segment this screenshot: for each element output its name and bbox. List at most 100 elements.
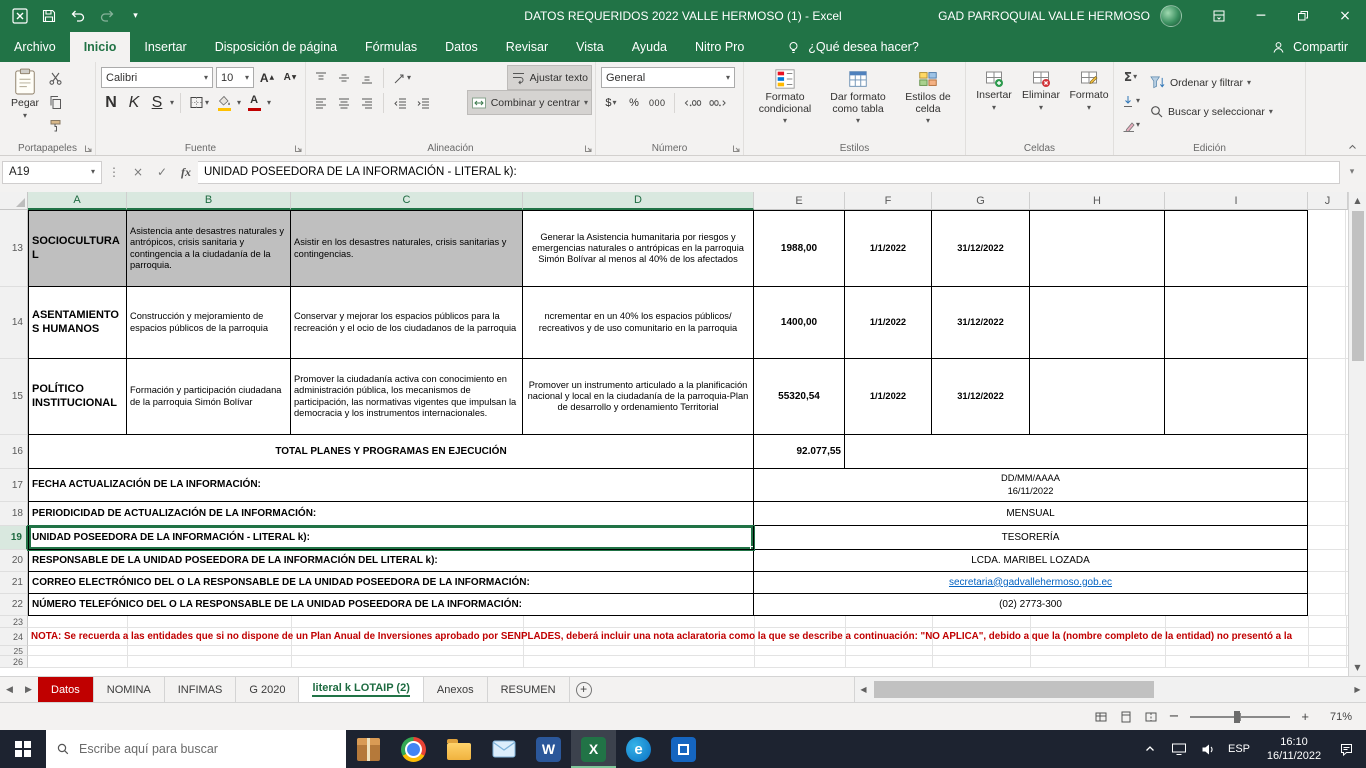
row-header-24[interactable]: 24 — [0, 628, 28, 646]
format-painter-icon[interactable] — [45, 115, 65, 137]
insert-function-icon[interactable]: fx — [174, 161, 198, 184]
autosum-button[interactable]: Σ▾ — [1119, 66, 1142, 88]
cell-j15[interactable] — [1308, 359, 1348, 435]
font-name-select[interactable]: Calibri▾ — [101, 67, 213, 88]
share-button[interactable]: Compartir — [1253, 32, 1366, 62]
cell-j17[interactable] — [1308, 469, 1348, 502]
row-header-15[interactable]: 15 — [0, 359, 28, 435]
row-header-14[interactable]: 14 — [0, 287, 28, 359]
cell-correo-label[interactable]: CORREO ELECTRÓNICO DEL O LA RESPONSABLE … — [28, 572, 754, 594]
horizontal-scroll-thumb[interactable] — [874, 681, 1154, 698]
column-header-b[interactable]: B — [127, 192, 291, 210]
cell-h15[interactable] — [1030, 359, 1165, 435]
empty-cells-25[interactable] — [28, 646, 1348, 656]
column-header-i[interactable]: I — [1165, 192, 1308, 210]
delete-cells-button[interactable]: Eliminar ▾ — [1017, 65, 1065, 139]
align-bottom-icon[interactable] — [357, 67, 377, 89]
page-break-view-icon[interactable] — [1144, 710, 1158, 724]
cell-i14[interactable] — [1165, 287, 1308, 359]
taskbar-app-blue[interactable] — [661, 730, 706, 768]
cell-j19[interactable] — [1308, 526, 1348, 550]
close-button[interactable]: × — [1324, 0, 1366, 32]
cell-responsable-label[interactable]: RESPONSABLE DE LA UNIDAD POSEEDORA DE LA… — [28, 550, 754, 572]
underline-button[interactable]: S — [147, 92, 167, 114]
page-layout-view-icon[interactable] — [1119, 710, 1133, 724]
cancel-icon[interactable]: × — [126, 161, 150, 184]
clipboard-dialog-launcher-icon[interactable] — [84, 144, 93, 153]
zoom-slider-thumb[interactable] — [1234, 711, 1240, 723]
cell-e15[interactable]: 55320,54 — [754, 359, 845, 435]
column-header-d[interactable]: D — [523, 192, 754, 210]
tray-volume-icon[interactable] — [1194, 730, 1221, 768]
cell-j13[interactable] — [1308, 210, 1348, 287]
merge-center-button[interactable]: Combinar y centrar ▾ — [468, 91, 591, 114]
font-color-icon[interactable]: A — [244, 92, 264, 114]
clear-icon[interactable]: ▾ — [1119, 114, 1142, 136]
cell-j21[interactable] — [1308, 572, 1348, 594]
vertical-scrollbar[interactable]: ▲ ▼ — [1348, 192, 1366, 676]
taskbar-app-package[interactable] — [346, 730, 391, 768]
column-header-g[interactable]: G — [932, 192, 1030, 210]
find-select-button[interactable]: Buscar y seleccionar ▾ — [1146, 100, 1276, 123]
column-header-e[interactable]: E — [754, 192, 845, 210]
account-name[interactable]: GAD PARROQUIAL VALLE HERMOSO — [938, 9, 1150, 23]
row-header-23[interactable]: 23 — [0, 616, 28, 628]
search-input[interactable] — [79, 742, 309, 756]
row-header-21[interactable]: 21 — [0, 572, 28, 594]
cell-j18[interactable] — [1308, 502, 1348, 526]
cell-total-label[interactable]: TOTAL PLANES Y PROGRAMAS EN EJECUCIÓN — [28, 435, 754, 469]
redo-icon[interactable] — [93, 3, 120, 30]
cell-g15[interactable]: 31/12/2022 — [932, 359, 1030, 435]
save-icon[interactable] — [35, 3, 62, 30]
cell-j20[interactable] — [1308, 550, 1348, 572]
row-header-19[interactable]: 19 — [0, 526, 28, 550]
increase-decimal-icon[interactable] — [681, 92, 704, 114]
cell-d15[interactable]: Promover un instrumento articulado a la … — [523, 359, 754, 435]
name-box[interactable]: A19 ▾ — [2, 161, 102, 184]
sheet-tab-anexos[interactable]: Anexos — [424, 677, 488, 702]
row-header-25[interactable]: 25 — [0, 646, 28, 656]
row-header-22[interactable]: 22 — [0, 594, 28, 616]
wrap-text-button[interactable]: Ajustar texto — [508, 66, 591, 89]
fill-color-icon[interactable] — [214, 92, 234, 114]
keyboard-language[interactable]: ESP — [1223, 743, 1255, 755]
cell-h13[interactable] — [1030, 210, 1165, 287]
column-header-a[interactable]: A — [28, 192, 127, 210]
cell-e14[interactable]: 1400,00 — [754, 287, 845, 359]
undo-icon[interactable] — [64, 3, 91, 30]
tray-chevron-up-icon[interactable] — [1136, 730, 1163, 768]
restore-button[interactable] — [1282, 0, 1324, 32]
tab-revisar[interactable]: Revisar — [492, 32, 562, 62]
horizontal-scrollbar[interactable]: ◀ ▶ — [854, 677, 1366, 702]
tab-vista[interactable]: Vista — [562, 32, 618, 62]
formula-grip-icon[interactable]: ⋮ — [102, 161, 126, 184]
vertical-scroll-thumb[interactable] — [1352, 211, 1364, 361]
sheet-nav-left-icon[interactable]: ◀ — [0, 677, 19, 702]
sheet-tab-resumen[interactable]: RESUMEN — [488, 677, 570, 702]
sheet-tab-datos[interactable]: Datos — [38, 677, 94, 702]
sort-filter-button[interactable]: Ordenar y filtrar ▾ — [1146, 71, 1276, 94]
cell-h14[interactable] — [1030, 287, 1165, 359]
column-header-c[interactable]: C — [291, 192, 523, 210]
borders-icon[interactable]: ▾ — [187, 92, 211, 114]
cell-unidad-value[interactable]: TESORERÍA — [754, 526, 1308, 550]
cell-periodicidad-value[interactable]: MENSUAL — [754, 502, 1308, 526]
number-format-select[interactable]: General▾ — [601, 67, 735, 88]
align-right-icon[interactable] — [357, 92, 377, 114]
conditional-formatting-button[interactable]: Formato condicional ▾ — [749, 65, 821, 139]
alignment-dialog-launcher-icon[interactable] — [584, 144, 593, 153]
cell-f14[interactable]: 1/1/2022 — [845, 287, 932, 359]
percent-format-button[interactable]: % — [624, 92, 644, 114]
cell-j16[interactable] — [1308, 435, 1348, 469]
normal-view-icon[interactable] — [1094, 710, 1108, 724]
italic-button[interactable]: K — [124, 92, 144, 114]
taskbar-clock[interactable]: 16:10 16/11/2022 — [1257, 735, 1331, 764]
comma-format-button[interactable]: 000 — [647, 92, 668, 114]
cell-d13[interactable]: Generar la Asistencia humanitaria por ri… — [523, 210, 754, 287]
taskbar-app-mail[interactable] — [481, 730, 526, 768]
qat-customize-icon[interactable]: ▾ — [122, 3, 149, 30]
account-avatar[interactable] — [1160, 5, 1182, 27]
font-size-select[interactable]: 10▾ — [216, 67, 254, 88]
decrease-decimal-icon[interactable] — [707, 92, 730, 114]
paste-button[interactable]: Pegar ▾ — [5, 65, 45, 139]
